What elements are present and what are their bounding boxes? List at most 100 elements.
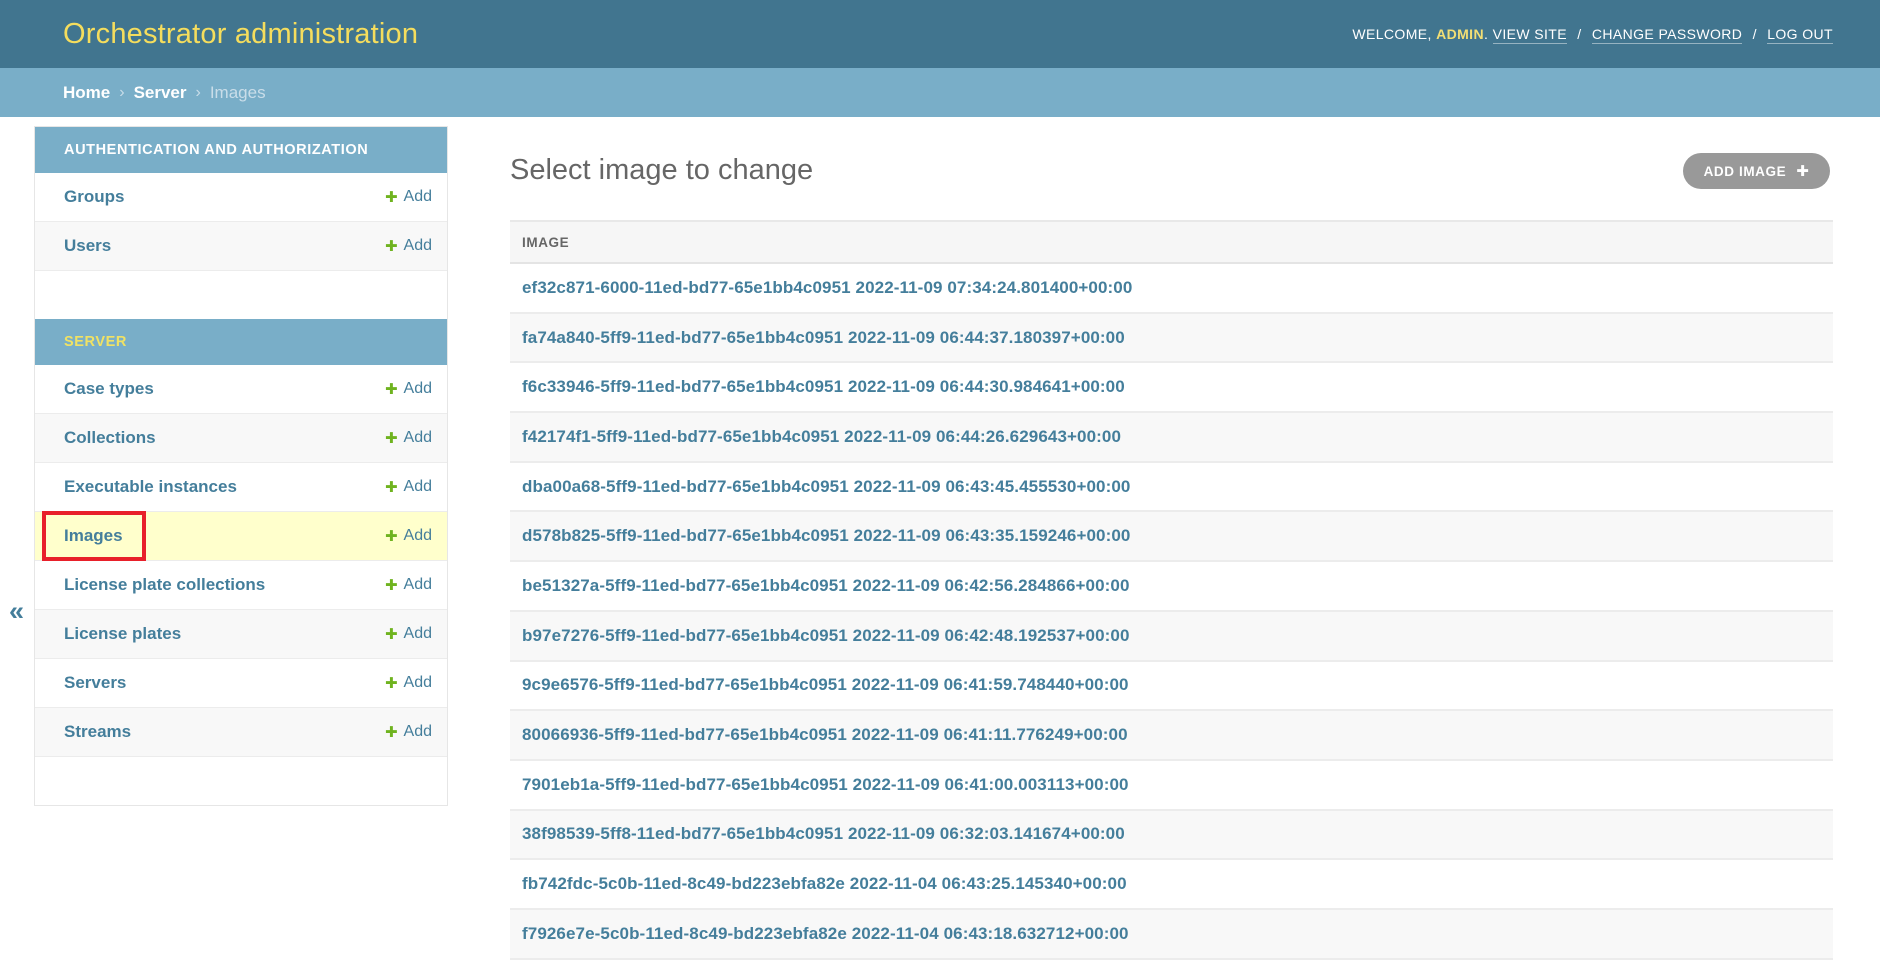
sidebar-item-link[interactable]: Case types bbox=[64, 379, 154, 399]
sidebar-add-link[interactable]: ✚ Add bbox=[385, 237, 432, 255]
breadcrumb-current: Images bbox=[210, 83, 266, 103]
plus-icon: ✚ bbox=[385, 429, 398, 447]
add-label: Add bbox=[404, 625, 432, 643]
table-row: dba00a68-5ff9-11ed-bd77-65e1bb4c0951 202… bbox=[510, 463, 1833, 513]
sidebar-item-executable-instances[interactable]: Executable instances ✚ Add bbox=[35, 463, 447, 512]
table-row: fb742fdc-5c0b-11ed-8c49-bd223ebfa82e 202… bbox=[510, 860, 1833, 910]
image-link[interactable]: 80066936-5ff9-11ed-bd77-65e1bb4c0951 202… bbox=[522, 725, 1128, 745]
link-separator: / bbox=[1577, 26, 1581, 42]
sidebar-add-link[interactable]: ✚ Add bbox=[385, 723, 432, 741]
table-row: f6c33946-5ff9-11ed-bd77-65e1bb4c0951 202… bbox=[510, 363, 1833, 413]
add-label: Add bbox=[404, 380, 432, 398]
sidebar-item-case-types[interactable]: Case types ✚ Add bbox=[35, 365, 447, 414]
sidebar-module: AUTHENTICATION AND AUTHORIZATION Groups … bbox=[35, 127, 447, 271]
plus-icon: ✚ bbox=[385, 527, 398, 545]
sidebar-item-link[interactable]: Groups bbox=[64, 187, 124, 207]
image-link[interactable]: ef32c871-6000-11ed-bd77-65e1bb4c0951 202… bbox=[522, 278, 1132, 298]
table-row: b97e7276-5ff9-11ed-bd77-65e1bb4c0951 202… bbox=[510, 612, 1833, 662]
sidebar-add-link[interactable]: ✚ Add bbox=[385, 674, 432, 692]
sidebar-add-link[interactable]: ✚ Add bbox=[385, 625, 432, 643]
image-link[interactable]: 7901eb1a-5ff9-11ed-bd77-65e1bb4c0951 202… bbox=[522, 775, 1129, 795]
link-separator: / bbox=[1753, 26, 1757, 42]
sidebar-add-link[interactable]: ✚ Add bbox=[385, 429, 432, 447]
table-row: be51327a-5ff9-11ed-bd77-65e1bb4c0951 202… bbox=[510, 562, 1833, 612]
sidebar-add-link[interactable]: ✚ Add bbox=[385, 527, 432, 545]
table-row: 7901eb1a-5ff9-11ed-bd77-65e1bb4c0951 202… bbox=[510, 761, 1833, 811]
sidebar-rows: Case types ✚ Add Collections ✚ Add Execu… bbox=[35, 365, 447, 757]
sidebar-add-link[interactable]: ✚ Add bbox=[385, 380, 432, 398]
sidebar-item-images[interactable]: Images ✚ Add bbox=[35, 512, 447, 561]
sidebar-module: SERVER Case types ✚ Add Collections ✚ Ad… bbox=[35, 319, 447, 757]
plus-icon: ✚ bbox=[385, 723, 398, 741]
image-link[interactable]: fa74a840-5ff9-11ed-bd77-65e1bb4c0951 202… bbox=[522, 328, 1125, 348]
image-link[interactable]: 9c9e6576-5ff9-11ed-bd77-65e1bb4c0951 202… bbox=[522, 675, 1129, 695]
sidebar-item-servers[interactable]: Servers ✚ Add bbox=[35, 659, 447, 708]
user-tools: WELCOME, ADMIN. VIEW SITE / CHANGE PASSW… bbox=[1352, 26, 1833, 42]
sidebar-item-link[interactable]: Servers bbox=[64, 673, 126, 693]
sidebar-item-groups[interactable]: Groups ✚ Add bbox=[35, 173, 447, 222]
sidebar-item-link[interactable]: License plates bbox=[64, 624, 181, 644]
plus-icon: ✚ bbox=[385, 237, 398, 255]
sidebar-item-link[interactable]: License plate collections bbox=[64, 575, 265, 595]
sidebar-item-streams[interactable]: Streams ✚ Add bbox=[35, 708, 447, 757]
image-link[interactable]: 38f98539-5ff8-11ed-bd77-65e1bb4c0951 202… bbox=[522, 824, 1125, 844]
image-link[interactable]: f7926e7e-5c0b-11ed-8c49-bd223ebfa82e 202… bbox=[522, 924, 1129, 944]
image-link[interactable]: f6c33946-5ff9-11ed-bd77-65e1bb4c0951 202… bbox=[522, 377, 1125, 397]
sidebar-add-link[interactable]: ✚ Add bbox=[385, 188, 432, 206]
plus-icon: ✚ bbox=[385, 380, 398, 398]
sidebar-item-link[interactable]: Streams bbox=[64, 722, 131, 742]
table-header-row: IMAGE bbox=[510, 222, 1833, 264]
change-password-link[interactable]: CHANGE PASSWORD bbox=[1592, 26, 1742, 44]
table-row: f7926e7e-5c0b-11ed-8c49-bd223ebfa82e 202… bbox=[510, 910, 1833, 960]
log-out-link[interactable]: LOG OUT bbox=[1767, 26, 1833, 44]
image-link[interactable]: be51327a-5ff9-11ed-bd77-65e1bb4c0951 202… bbox=[522, 576, 1130, 596]
sidebar-section-caption-authentication-and-authorization[interactable]: AUTHENTICATION AND AUTHORIZATION bbox=[35, 127, 447, 173]
breadcrumb-separator-icon: › bbox=[119, 84, 124, 102]
breadcrumb-home-link[interactable]: Home bbox=[63, 83, 110, 103]
breadcrumb-server-link[interactable]: Server bbox=[134, 83, 187, 103]
sidebar-item-users[interactable]: Users ✚ Add bbox=[35, 222, 447, 271]
plus-icon: ✚ bbox=[385, 674, 398, 692]
table-row: ef32c871-6000-11ed-bd77-65e1bb4c0951 202… bbox=[510, 264, 1833, 314]
sidebar-item-link[interactable]: Executable instances bbox=[64, 477, 237, 497]
view-site-link[interactable]: VIEW SITE bbox=[1493, 26, 1567, 44]
table-row: d578b825-5ff9-11ed-bd77-65e1bb4c0951 202… bbox=[510, 512, 1833, 562]
app-header: Orchestrator administration WELCOME, ADM… bbox=[0, 0, 1880, 68]
image-link[interactable]: d578b825-5ff9-11ed-bd77-65e1bb4c0951 202… bbox=[522, 526, 1130, 546]
table-row: f42174f1-5ff9-11ed-bd77-65e1bb4c0951 202… bbox=[510, 413, 1833, 463]
image-link[interactable]: f42174f1-5ff9-11ed-bd77-65e1bb4c0951 202… bbox=[522, 427, 1121, 447]
site-title-link[interactable]: Orchestrator administration bbox=[63, 18, 418, 51]
add-label: Add bbox=[404, 429, 432, 447]
sidebar-collapse-icon[interactable]: « bbox=[9, 598, 24, 625]
add-label: Add bbox=[404, 527, 432, 545]
sidebar-item-link[interactable]: Images bbox=[64, 526, 123, 546]
add-image-button-label: ADD IMAGE bbox=[1704, 164, 1787, 179]
add-label: Add bbox=[404, 674, 432, 692]
sidebar-item-license-plates[interactable]: License plates ✚ Add bbox=[35, 610, 447, 659]
table-row: 80066936-5ff9-11ed-bd77-65e1bb4c0951 202… bbox=[510, 711, 1833, 761]
plus-icon: ✚ bbox=[385, 576, 398, 594]
page-title: Select image to change bbox=[510, 153, 813, 187]
table-row: fa74a840-5ff9-11ed-bd77-65e1bb4c0951 202… bbox=[510, 314, 1833, 364]
sidebar-add-link[interactable]: ✚ Add bbox=[385, 478, 432, 496]
sidebar-item-collections[interactable]: Collections ✚ Add bbox=[35, 414, 447, 463]
nav-sidebar: AUTHENTICATION AND AUTHORIZATION Groups … bbox=[34, 126, 448, 806]
username-period: . bbox=[1484, 26, 1488, 42]
sidebar-item-license-plate-collections[interactable]: License plate collections ✚ Add bbox=[35, 561, 447, 610]
add-image-button[interactable]: ADD IMAGE ✚ bbox=[1683, 153, 1830, 189]
image-link[interactable]: b97e7276-5ff9-11ed-bd77-65e1bb4c0951 202… bbox=[522, 626, 1130, 646]
image-link[interactable]: fb742fdc-5c0b-11ed-8c49-bd223ebfa82e 202… bbox=[522, 874, 1127, 894]
add-label: Add bbox=[404, 723, 432, 741]
add-label: Add bbox=[404, 478, 432, 496]
sidebar-item-link[interactable]: Collections bbox=[64, 428, 156, 448]
sidebar-rows: Groups ✚ Add Users ✚ Add bbox=[35, 173, 447, 271]
column-header-image[interactable]: IMAGE bbox=[522, 235, 569, 250]
plus-icon: ✚ bbox=[1796, 162, 1809, 180]
sidebar-section-caption-server[interactable]: SERVER bbox=[35, 319, 447, 365]
image-link[interactable]: dba00a68-5ff9-11ed-bd77-65e1bb4c0951 202… bbox=[522, 477, 1130, 497]
sidebar-item-link[interactable]: Users bbox=[64, 236, 111, 256]
sidebar-add-link[interactable]: ✚ Add bbox=[385, 576, 432, 594]
plus-icon: ✚ bbox=[385, 188, 398, 206]
results-table: IMAGE ef32c871-6000-11ed-bd77-65e1bb4c09… bbox=[510, 220, 1833, 960]
plus-icon: ✚ bbox=[385, 478, 398, 496]
